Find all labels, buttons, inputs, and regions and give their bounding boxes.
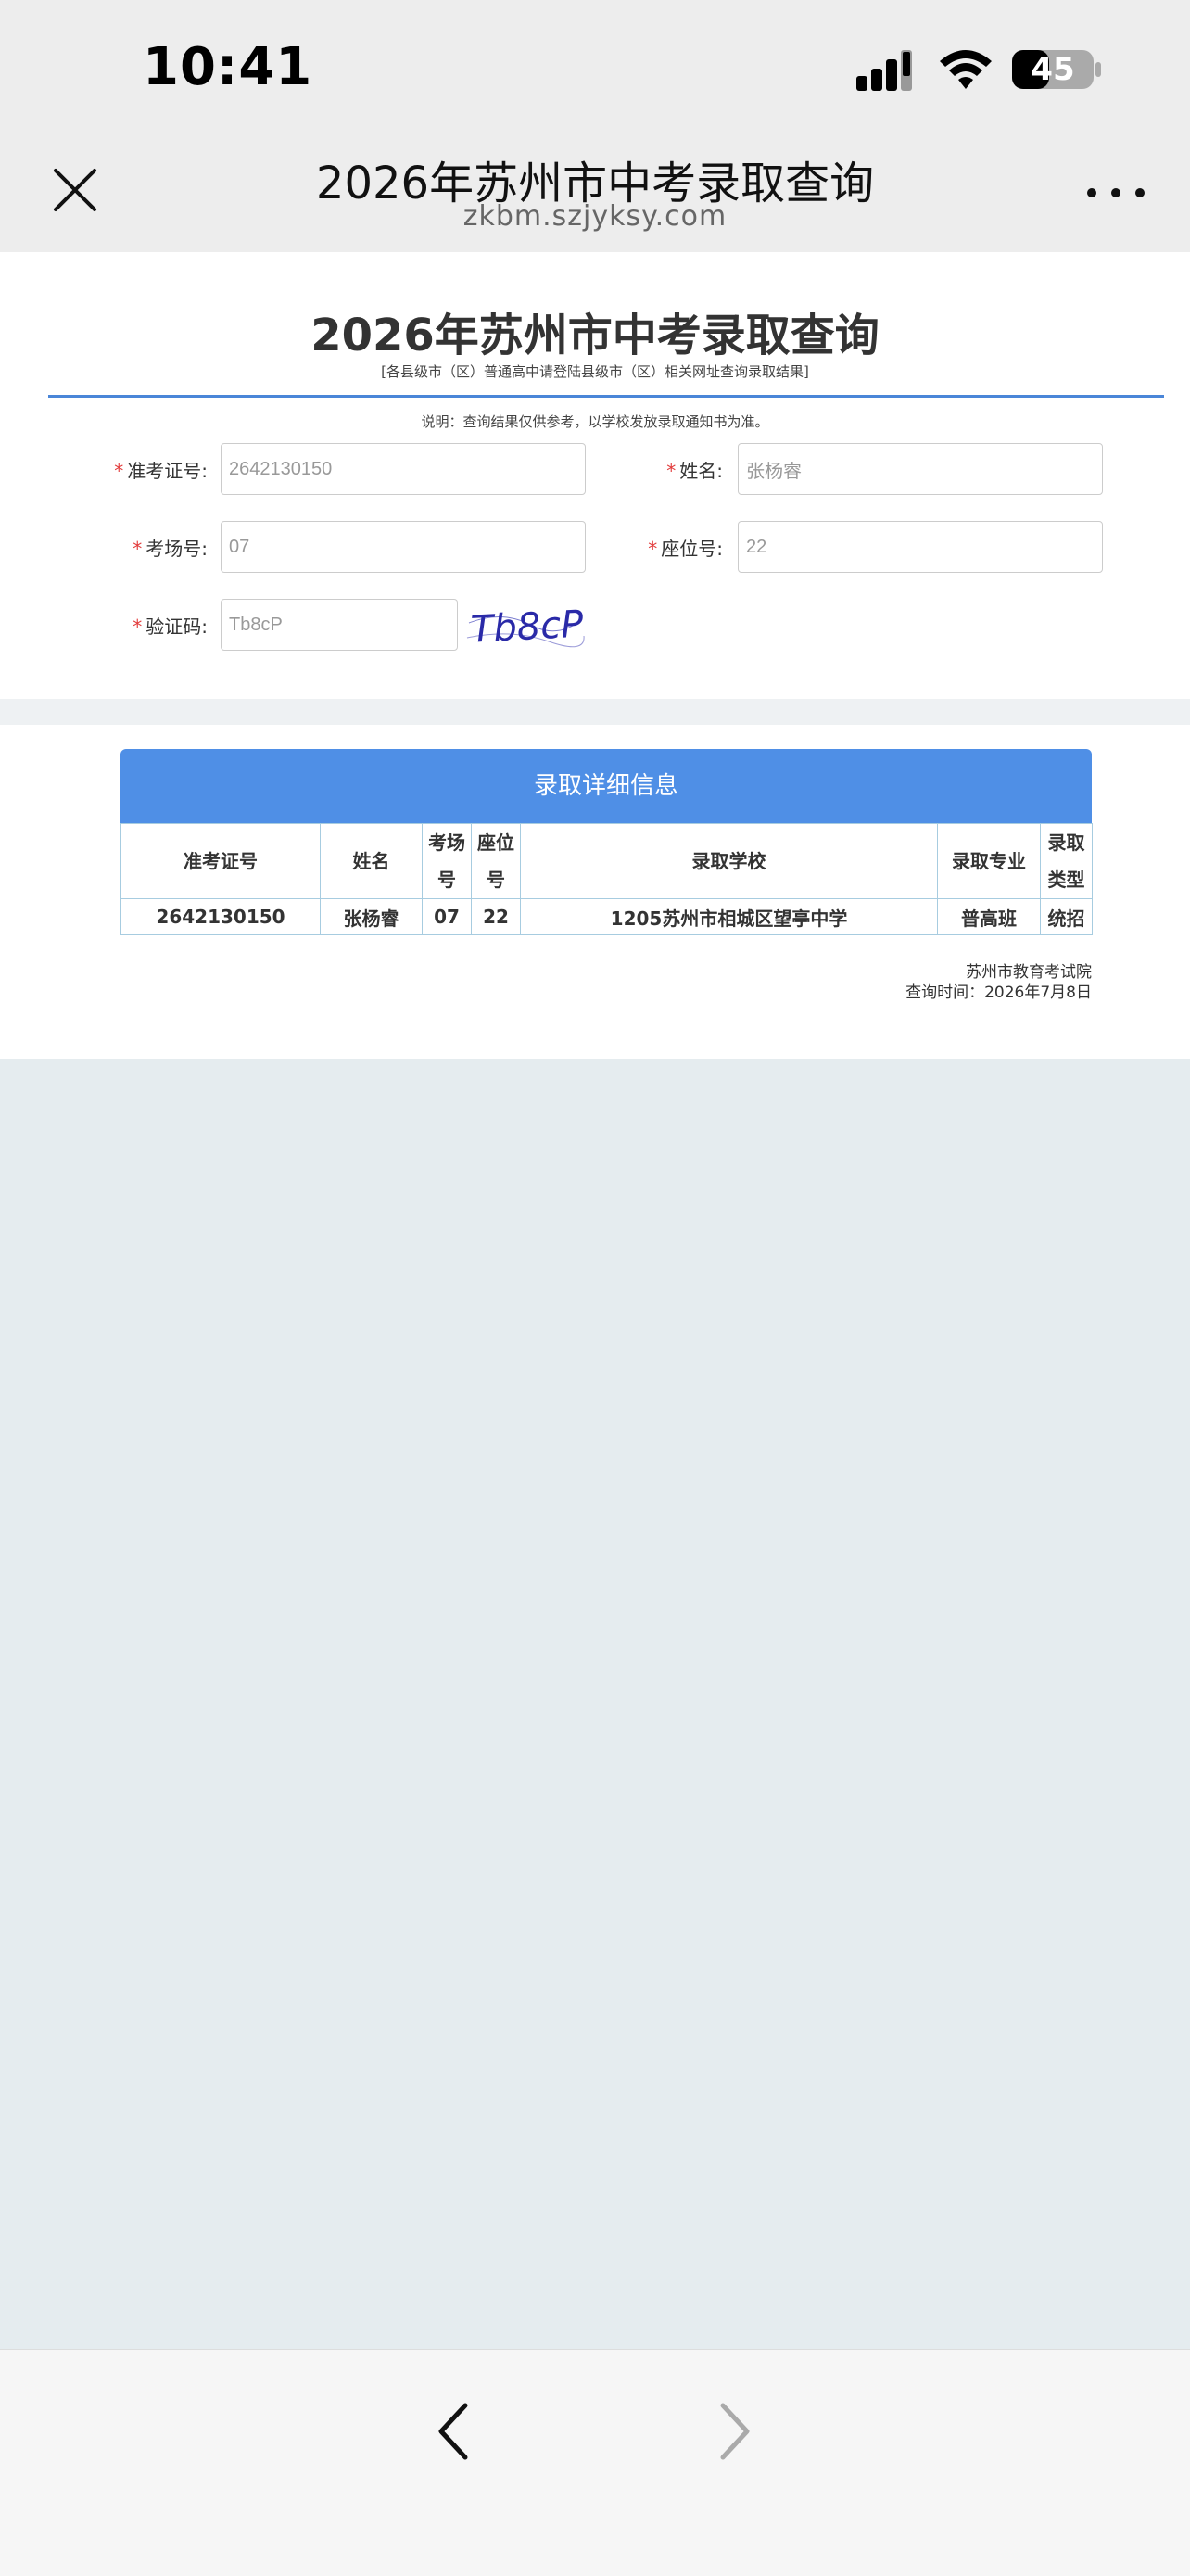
cell-program: 普高班: [937, 898, 1041, 935]
required-mark: *: [133, 538, 143, 560]
divider: [48, 395, 1164, 398]
cell-seat-no: 22: [471, 898, 521, 935]
captcha-text: Tb8cP: [470, 603, 586, 651]
query-time: 查询时间：2026年7月8日: [905, 983, 1092, 1002]
name-label: * 姓名:: [593, 456, 723, 483]
required-mark: *: [133, 615, 143, 638]
seat-no-label: * 座位号:: [593, 534, 723, 561]
col-name: 姓名: [320, 823, 423, 899]
nav-url: zkbm.szjyksy.com: [462, 200, 728, 233]
col-program: 录取专业: [937, 823, 1041, 899]
required-mark: *: [648, 538, 658, 560]
section-separator: [0, 699, 1190, 725]
page-subtitle: [各县级市（区）普通高中请登陆县级市（区）相关网址查询录取结果]: [381, 363, 809, 380]
required-mark: *: [666, 460, 677, 482]
cell-school: 1205苏州市相城区望亭中学: [520, 898, 938, 935]
col-seat-no: 座位号: [471, 823, 521, 899]
cell-name: 张杨睿: [320, 898, 423, 935]
room-no-label: * 考场号:: [78, 534, 208, 561]
exam-id-label: * 准考证号:: [78, 456, 208, 483]
required-mark: *: [114, 460, 124, 482]
top-bar: 10:41 45 2026年苏州市中考录取查询 zkbm.szjyksy.com: [0, 0, 1190, 252]
query-form: 2026年苏州市中考录取查询 [各县级市（区）普通高中请登陆县级市（区）相关网址…: [0, 252, 1190, 699]
result-header: 录取详细信息: [120, 749, 1092, 823]
exam-id-input[interactable]: [221, 443, 586, 495]
table-header-row: 准考证号 姓名 考场号 座位号 录取学校 录取专业 录取类型: [120, 823, 1093, 899]
battery-level: 45: [1031, 51, 1075, 88]
result-table: 准考证号 姓名 考场号 座位号 录取学校 录取专业 录取类型 264213015…: [120, 823, 1093, 935]
name-input[interactable]: [738, 443, 1103, 495]
seat-no-label-text: 座位号:: [661, 538, 723, 560]
battery-indicator: 45: [1012, 48, 1103, 91]
cell-room-no: 07: [422, 898, 472, 935]
captcha-image[interactable]: Tb8cP: [465, 601, 586, 653]
captcha-label: * 验证码:: [78, 612, 208, 639]
page-title: 2026年苏州市中考录取查询: [310, 310, 880, 362]
col-admission-type: 录取类型: [1040, 823, 1093, 899]
disclaimer-note: 说明：查询结果仅供参考，以学校发放录取通知书为准。: [421, 413, 769, 430]
cell-admission-type: 统招: [1040, 898, 1093, 935]
captcha-label-text: 验证码:: [146, 615, 208, 638]
chevron-right-icon[interactable]: [712, 2394, 758, 2468]
table-row: 2642130150 张杨睿 07 22 1205苏州市相城区望亭中学 普高班 …: [120, 898, 1093, 935]
result-section: 录取详细信息 准考证号 姓名 考场号 座位号 录取学校 录取专业 录取类型 26…: [0, 725, 1190, 1059]
room-no-label-text: 考场号:: [146, 538, 208, 560]
room-no-input[interactable]: [221, 521, 586, 573]
cell-exam-id: 2642130150: [120, 898, 321, 935]
captcha-input[interactable]: [221, 599, 458, 651]
more-icon[interactable]: [1081, 182, 1151, 204]
cellular-signal-icon: [856, 50, 912, 91]
col-school: 录取学校: [520, 823, 938, 899]
name-label-text: 姓名:: [679, 460, 723, 482]
chevron-left-icon[interactable]: [430, 2394, 476, 2468]
bottom-toolbar: [0, 2349, 1190, 2576]
wifi-icon: [940, 50, 992, 89]
col-room-no: 考场号: [422, 823, 472, 899]
exam-id-label-text: 准考证号:: [127, 460, 208, 482]
seat-no-input[interactable]: [738, 521, 1103, 573]
col-exam-id: 准考证号: [120, 823, 321, 899]
status-time: 10:41: [143, 37, 313, 97]
